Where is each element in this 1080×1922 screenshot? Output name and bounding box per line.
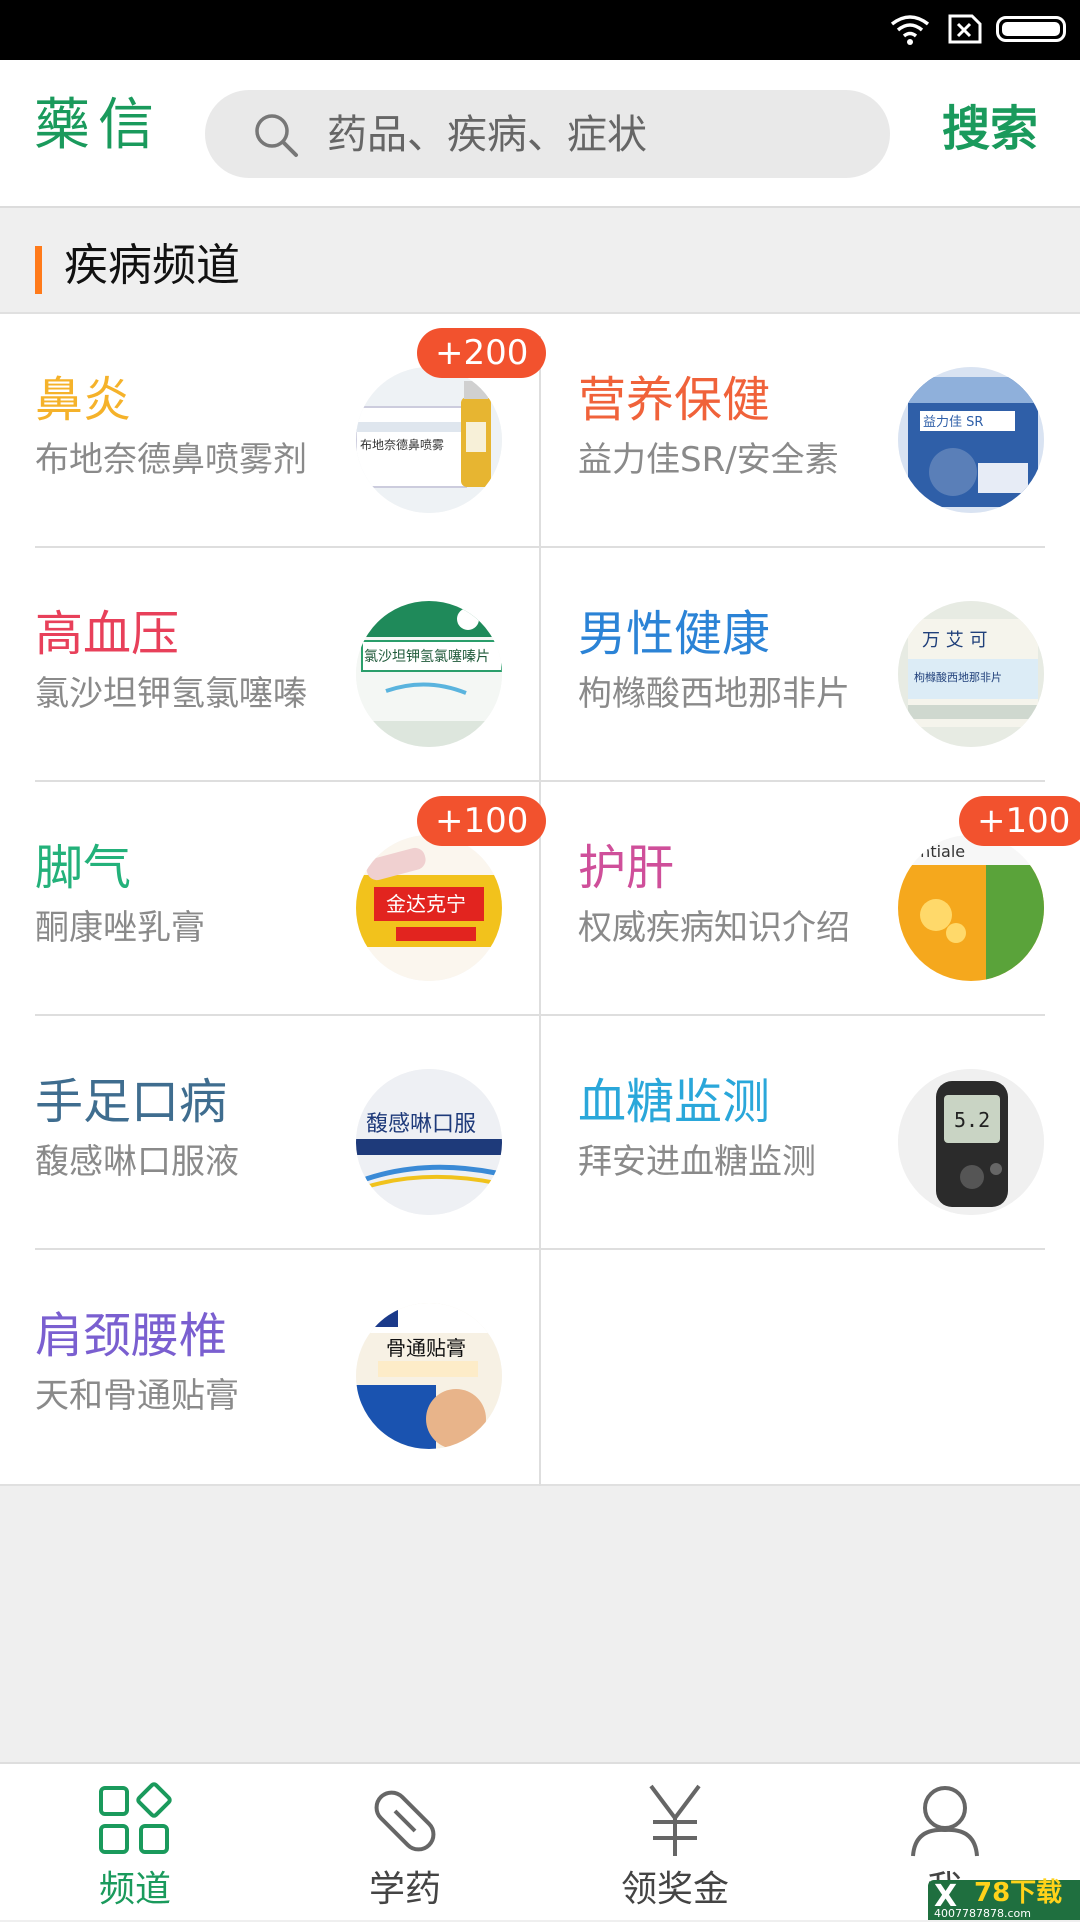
tab-label: 频道 (98, 1869, 171, 1910)
nasal-spray-image: 布地奈德鼻喷雾 (356, 367, 502, 513)
bottom-nav: 频道 学药 领奖金 我 (0, 1762, 1080, 1920)
channel-name: 护肝 (578, 840, 675, 896)
watermark-brand: 78下载 (974, 1878, 1063, 1908)
svg-text:sentiale: sentiale (902, 842, 965, 861)
watermark-url: 4007787878.com (934, 1907, 1031, 1920)
channel-athletes-foot[interactable]: 脚气 酮康唑乳膏 金达克宁 +100 (0, 782, 547, 1016)
section-accent-bar (35, 246, 42, 294)
tab-label: 学药 (368, 1869, 441, 1910)
ketoconazole-cream-image: 金达克宁 (356, 835, 502, 981)
losartan-box-image: 氯沙坦钾氢氯噻嗪片 (356, 601, 502, 747)
channel-subtitle: 氯沙坦钾氢氯噻嗪 (35, 674, 307, 714)
channel-name: 手足口病 (35, 1074, 228, 1130)
svg-text:氯沙坦钾氢氯噻嗪片: 氯沙坦钾氢氯噻嗪片 (364, 648, 490, 665)
battery-icon (996, 16, 1066, 42)
channel-name: 脚气 (35, 840, 132, 896)
fuganlin-box-image: 馥感啉口服 (356, 1069, 502, 1215)
search-bar[interactable] (205, 90, 890, 180)
channel-name: 鼻炎 (35, 372, 132, 428)
channel-name: 肩颈腰椎 (35, 1308, 228, 1364)
svg-text:金达克宁: 金达克宁 (386, 892, 466, 916)
channel-name: 高血压 (35, 606, 180, 662)
pill-icon (374, 1790, 436, 1852)
plaster-box-image: 骨通贴膏 (356, 1303, 502, 1449)
svg-text:枸橼酸西地那非片: 枸橼酸西地那非片 (914, 670, 1002, 684)
reward-badge: +200 (417, 328, 547, 378)
svg-text:益力佳 SR: 益力佳 SR (923, 415, 983, 430)
channel-blood-glucose[interactable]: 血糖监测 拜安进血糖监测 5.2 (540, 1016, 1080, 1250)
top-header: 藥信 搜索 (0, 60, 1080, 208)
channel-hand-foot-mouth[interactable]: 手足口病 馥感啉口服液 馥感啉口服 (0, 1016, 540, 1250)
svg-text:骨通贴膏: 骨通贴膏 (386, 1336, 466, 1360)
channel-subtitle: 酮康唑乳膏 (35, 908, 205, 948)
channel-subtitle: 天和骨通贴膏 (35, 1376, 239, 1416)
channel-neck-spine[interactable]: 肩颈腰椎 天和骨通贴膏 骨通贴膏 (0, 1250, 540, 1484)
glucose-meter-image: 5.2 (898, 1069, 1044, 1215)
status-bar (0, 0, 1080, 60)
tab-learn-medicine[interactable]: 学药 (270, 1764, 540, 1922)
user-icon (911, 1786, 979, 1857)
channel-mens-health[interactable]: 男性健康 枸橼酸西地那非片 万 艾 可 枸橼酸西地那非片 (540, 548, 1080, 782)
section-header: 疾病频道 (0, 208, 1080, 314)
channel-liver-care[interactable]: 护肝 权威疾病知识介绍 sentiale +100 (540, 782, 1080, 1016)
reward-badge: +100 (417, 796, 547, 846)
channel-hypertension[interactable]: 高血压 氯沙坦钾氢氯噻嗪 氯沙坦钾氢氯噻嗪片 (0, 548, 540, 782)
channel-rhinitis[interactable]: 鼻炎 布地奈德鼻喷雾剂 布地奈德鼻喷雾 +200 (0, 314, 547, 548)
app-logo: 藥信 (34, 93, 162, 158)
channel-grid: 鼻炎 布地奈德鼻喷雾剂 布地奈德鼻喷雾 +200 营养保健 益力佳SR/安全素 (0, 314, 1080, 1486)
svg-text:馥感啉口服: 馥感啉口服 (366, 1112, 476, 1137)
channel-name: 营养保健 (578, 372, 771, 428)
svg-text:布地奈德鼻喷雾: 布地奈德鼻喷雾 (360, 437, 444, 452)
search-icon (255, 114, 298, 157)
yen-icon (649, 1784, 701, 1856)
sildenafil-box-image: 万 艾 可 枸橼酸西地那非片 (898, 601, 1044, 747)
section-title: 疾病频道 (64, 240, 240, 291)
channel-subtitle: 拜安进血糖监测 (578, 1142, 816, 1182)
essentiale-box-image: sentiale (898, 835, 1044, 981)
channel-subtitle: 权威疾病知识介绍 (578, 908, 850, 948)
wifi-icon (890, 15, 930, 45)
channel-subtitle: 益力佳SR/安全素 (578, 440, 839, 480)
no-sim-icon (948, 14, 982, 44)
channel-subtitle: 布地奈德鼻喷雾剂 (35, 440, 307, 480)
tab-rewards[interactable]: 领奖金 (540, 1764, 810, 1922)
channel-nutrition[interactable]: 营养保健 益力佳SR/安全素 益力佳 SR (540, 314, 1080, 548)
channel-subtitle: 馥感啉口服液 (35, 1142, 239, 1182)
search-input[interactable] (325, 90, 849, 180)
search-button[interactable]: 搜索 (942, 105, 1038, 153)
tab-channels[interactable]: 频道 (0, 1764, 270, 1922)
channel-name: 男性健康 (578, 606, 771, 662)
glucerna-box-image: 益力佳 SR (898, 367, 1044, 513)
reward-badge: +100 (959, 796, 1080, 846)
svg-text:万 艾 可: 万 艾 可 (922, 630, 987, 651)
tab-label: 领奖金 (620, 1869, 729, 1910)
channel-name: 血糖监测 (578, 1074, 771, 1130)
channel-subtitle: 枸橼酸西地那非片 (578, 674, 850, 714)
grid-icon (99, 1782, 172, 1854)
watermark-logo: X 78下载 4007787878.com (928, 1880, 1080, 1920)
svg-text:5.2: 5.2 (954, 1108, 990, 1132)
